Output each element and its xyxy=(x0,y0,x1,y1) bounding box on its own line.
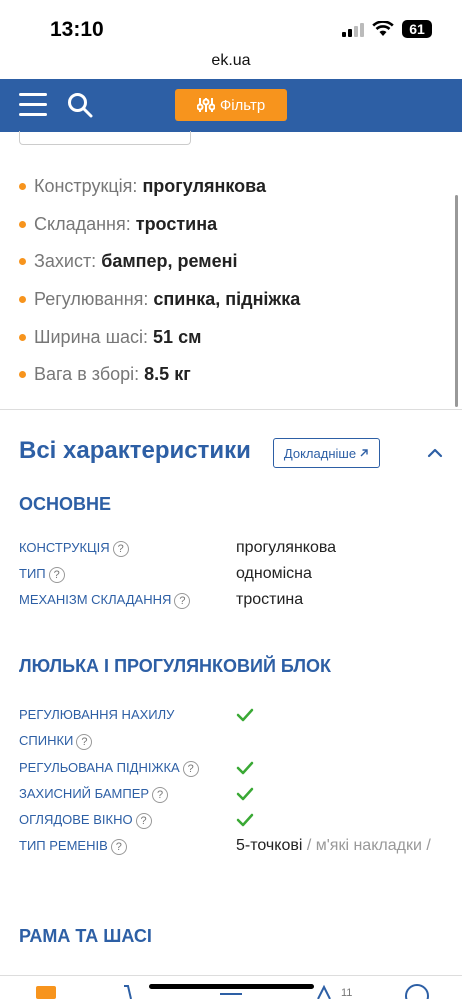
strap-type-value: 5-точкові xyxy=(236,837,303,854)
check-icon xyxy=(236,761,254,775)
section-title-cradle: ЛЮЛЬКА І ПРОГУЛЯНКОВИЙ БЛОК xyxy=(19,656,332,676)
external-arrow-icon xyxy=(360,449,368,457)
spec-value: тростина xyxy=(236,591,304,608)
menu-icon[interactable] xyxy=(19,93,47,117)
spec-key: МЕХАНІЗМ СКЛАДАННЯ xyxy=(19,592,172,607)
more-details-button[interactable]: Докладніше xyxy=(273,438,380,468)
spec-key: КОНСТРУКЦІЯ xyxy=(19,540,110,555)
catalog-icon[interactable] xyxy=(34,982,58,999)
strap-separator: / xyxy=(302,837,316,854)
divider xyxy=(0,409,462,410)
spec-value: 5-точкові / м'які накладки / xyxy=(236,833,436,859)
help-icon[interactable]: ? xyxy=(182,760,199,777)
all-specs-title: Всі характеристики xyxy=(19,437,251,464)
battery-indicator: 61 xyxy=(402,20,432,38)
filter-label: Фільтр xyxy=(219,96,266,114)
help-icon[interactable]: ? xyxy=(112,540,129,557)
spec-key: ЗАХИСНИЙ БАМПЕР xyxy=(19,786,150,801)
spec-key: РЕГУЛЮВАННЯ НАХИЛУ xyxy=(19,707,175,722)
help-icon[interactable]: ? xyxy=(110,838,127,855)
chevron-up-icon[interactable] xyxy=(425,443,445,463)
more-details-label: Докладніше xyxy=(283,445,357,461)
spec-key: ТИП РЕМЕНІВ xyxy=(19,838,108,853)
url-bar[interactable]: ek.ua xyxy=(0,52,462,70)
cellular-signal-icon xyxy=(342,21,364,37)
list-item: Конструкція: прогулянкова xyxy=(19,168,439,206)
list-item: Захист: бампер, ремені xyxy=(19,243,439,281)
spec-key: ОГЛЯДОВЕ ВІКНО xyxy=(19,812,133,827)
help-icon[interactable]: ? xyxy=(174,592,191,609)
key-specs-list: Конструкція: прогулянкова Складання: тро… xyxy=(19,168,439,394)
bullet-icon xyxy=(19,183,26,191)
profile-icon[interactable] xyxy=(404,982,430,999)
bullet-icon xyxy=(19,258,26,266)
wifi-icon xyxy=(372,21,394,36)
home-indicator xyxy=(149,984,314,989)
section-title-basic: ОСНОВНЕ xyxy=(19,494,112,514)
help-icon[interactable]: ? xyxy=(152,786,169,803)
list-item: Складання: тростина xyxy=(19,206,439,244)
strap-type-extra: м'які накладки / xyxy=(315,837,431,854)
filter-button[interactable]: Фільтр xyxy=(175,89,287,121)
check-icon xyxy=(236,708,254,722)
help-icon[interactable]: ? xyxy=(135,812,152,829)
sliders-icon xyxy=(196,98,215,112)
list-item: Регулювання: спинка, підніжка xyxy=(19,281,439,319)
section-title-frame: РАМА ТА ШАСІ xyxy=(19,926,152,946)
spec-key-continued: СПИНКИ xyxy=(19,733,74,748)
spec-value: прогулянкова xyxy=(236,539,337,556)
spec-key: ТИП xyxy=(19,566,46,581)
cart-icon[interactable] xyxy=(122,982,146,999)
spec-value: одномісна xyxy=(236,565,312,582)
site-header: Фільтр xyxy=(0,79,462,132)
list-item: Ширина шасі: 51 см xyxy=(19,318,439,356)
help-icon[interactable]: ? xyxy=(48,566,65,583)
compare-icon[interactable] xyxy=(314,982,334,999)
status-icons: 61 xyxy=(342,20,432,38)
compare-count-badge: 11 xyxy=(341,987,353,999)
search-icon[interactable] xyxy=(67,92,93,118)
bullet-icon xyxy=(19,296,26,304)
help-icon[interactable]: ? xyxy=(76,733,93,750)
status-bar: 13:10 61 xyxy=(0,0,462,50)
scrollbar[interactable] xyxy=(455,195,458,407)
spec-key: РЕГУЛЬОВАНА ПІДНІЖКА xyxy=(19,760,180,775)
bullet-icon xyxy=(19,371,26,379)
list-item: Вага в зборі: 8.5 кг xyxy=(19,356,439,394)
status-time: 13:10 xyxy=(50,18,104,41)
partial-button[interactable] xyxy=(19,131,191,145)
bullet-icon xyxy=(19,220,26,228)
check-icon xyxy=(236,787,254,801)
bullet-icon xyxy=(19,333,26,341)
check-icon xyxy=(236,813,254,827)
